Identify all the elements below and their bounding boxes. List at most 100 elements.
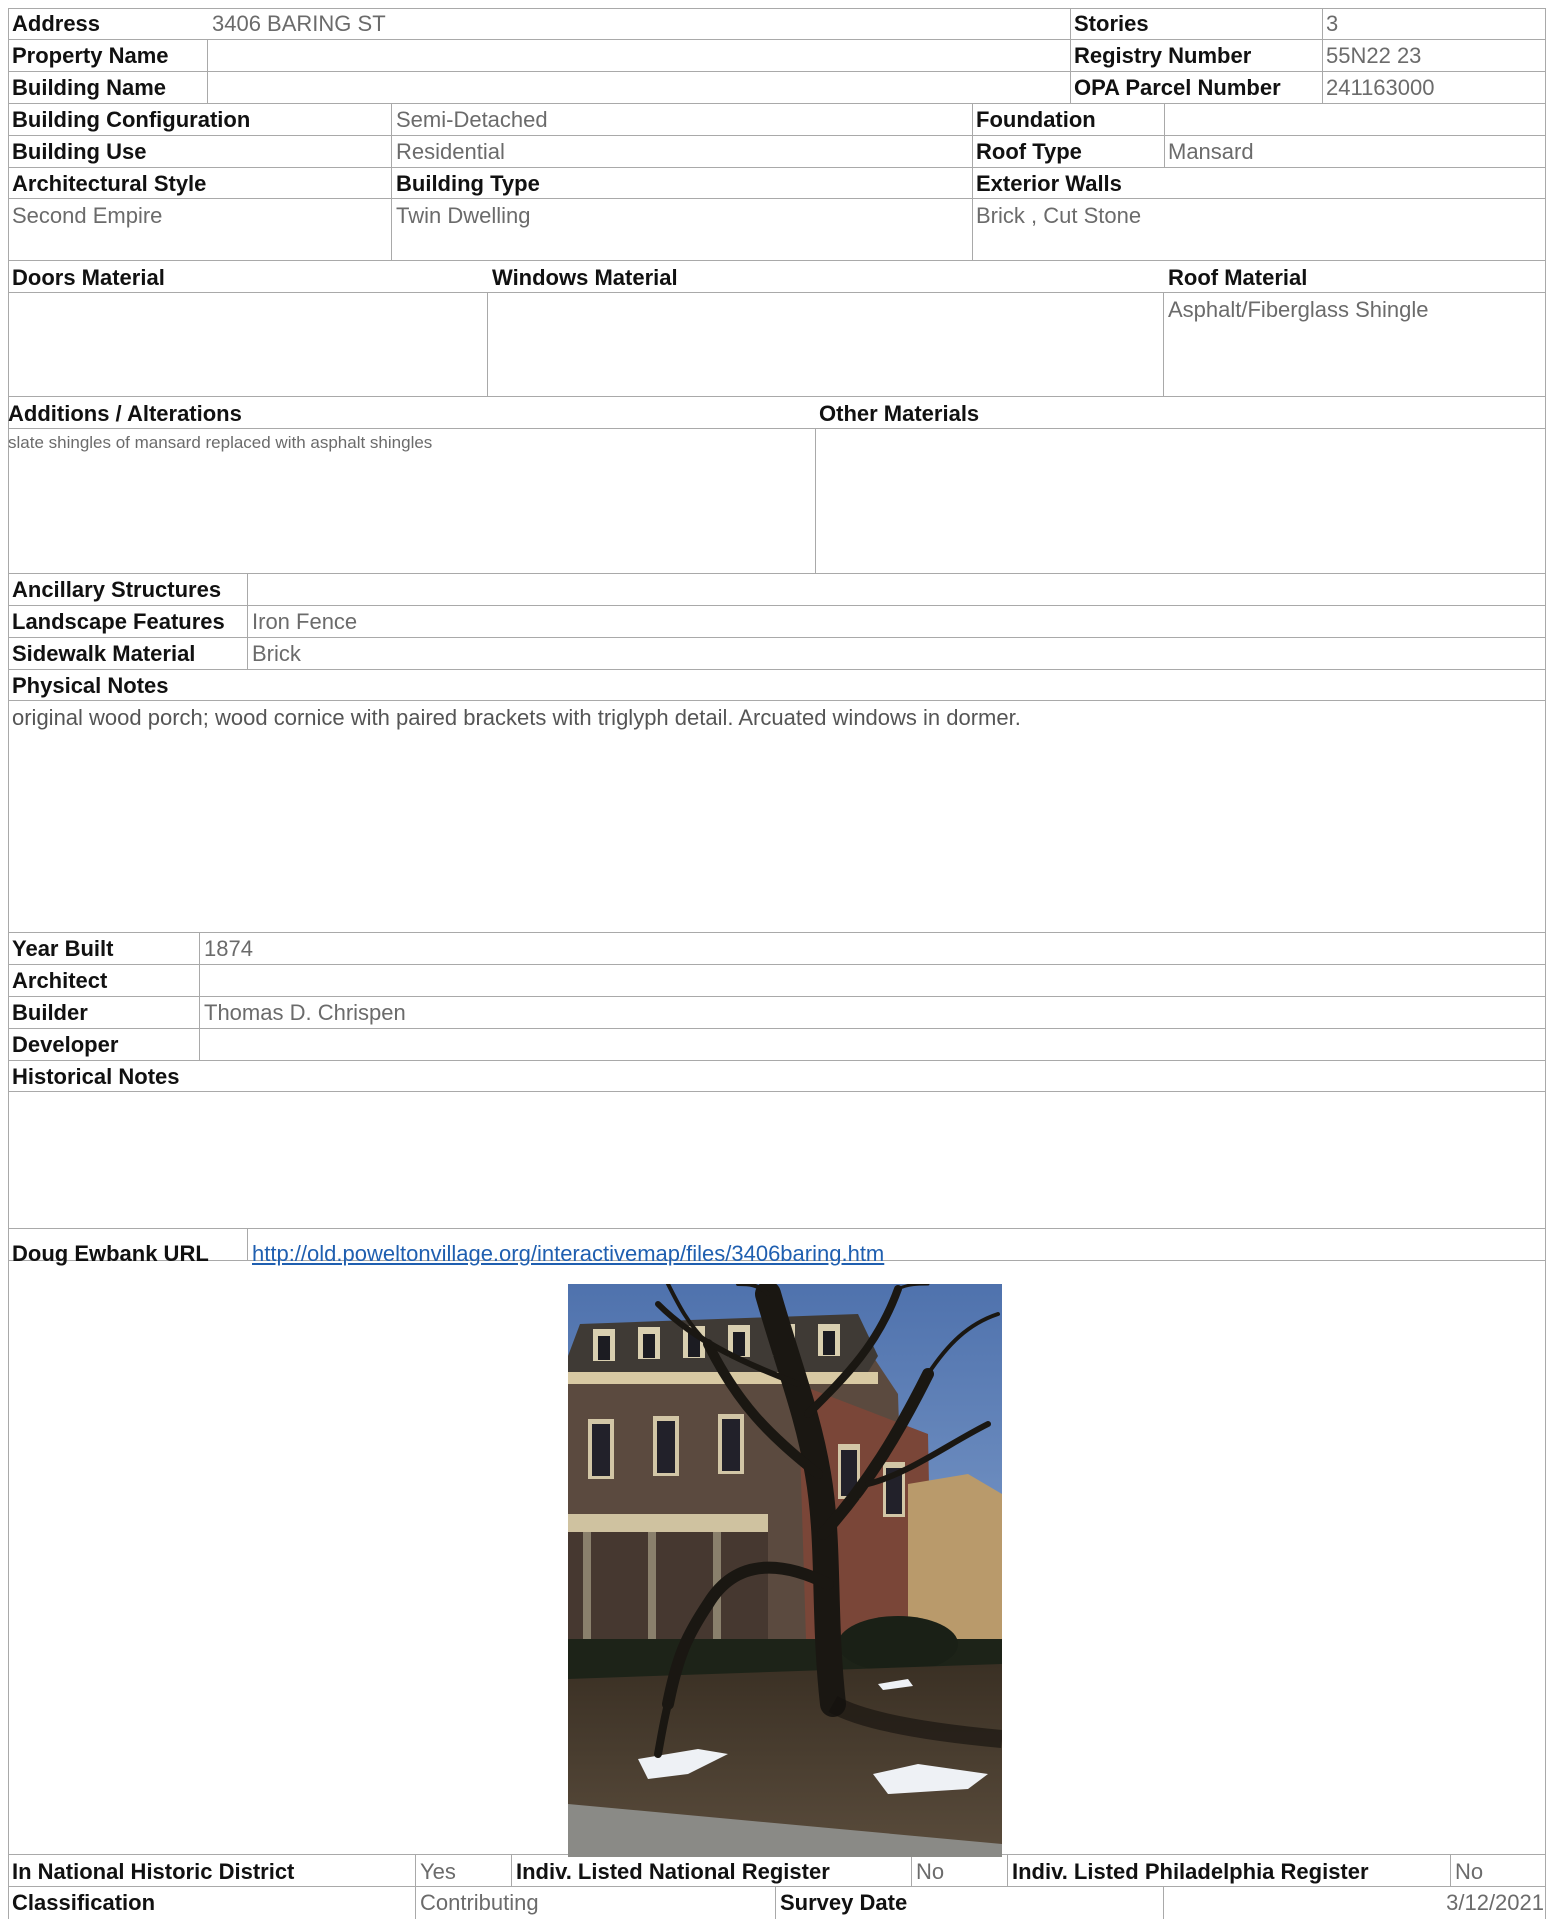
- rule: [8, 1091, 1546, 1092]
- rule: [487, 292, 488, 396]
- rule: [1163, 1886, 1164, 1919]
- additions-label: Additions / Alterations: [8, 401, 242, 426]
- property-photo: [568, 1284, 1002, 1857]
- roof-material-value: Asphalt/Fiberglass Shingle: [1168, 297, 1429, 322]
- rule: [8, 964, 1546, 965]
- physical-notes-value: original wood porch; wood cornice with p…: [12, 705, 1021, 730]
- national-district-label: In National Historic District: [12, 1859, 295, 1884]
- doug-ewbank-label: Doug Ewbank URL: [12, 1241, 209, 1266]
- sidewalk-material-label: Sidewalk Material: [12, 641, 196, 666]
- rule: [1545, 8, 1546, 1919]
- windows-material-label: Windows Material: [492, 265, 678, 290]
- rule: [1070, 8, 1071, 103]
- opa-parcel-label: OPA Parcel Number: [1074, 75, 1281, 100]
- architectural-style-value: Second Empire: [12, 203, 163, 228]
- rule: [415, 1854, 416, 1919]
- doug-ewbank-link[interactable]: http://old.poweltonvillage.org/interacti…: [252, 1241, 884, 1267]
- address-label: Address: [12, 11, 101, 36]
- roof-type-label: Roof Type: [976, 139, 1082, 164]
- rule: [815, 428, 816, 573]
- rule: [8, 1028, 1546, 1029]
- rule: [1007, 1854, 1008, 1886]
- building-type-value: Twin Dwelling: [396, 203, 531, 228]
- rule: [391, 103, 392, 260]
- additions-value: slate shingles of mansard replaced with …: [8, 433, 433, 452]
- building-use-value: Residential: [396, 139, 505, 164]
- rule: [199, 932, 200, 1060]
- national-register-value: No: [916, 1859, 945, 1884]
- survey-date-value: 3/12/2021: [1446, 1890, 1544, 1915]
- rule: [511, 1854, 512, 1886]
- architectural-style-label: Architectural Style: [12, 171, 207, 196]
- philadelphia-register-label: Indiv. Listed Philadelphia Register: [1012, 1859, 1369, 1884]
- landscape-features-value: Iron Fence: [252, 609, 358, 634]
- rule: [8, 260, 1546, 261]
- philadelphia-register-value: No: [1455, 1859, 1484, 1884]
- rule: [1450, 1854, 1451, 1886]
- roof-material-label: Roof Material: [1168, 265, 1308, 290]
- rule: [8, 167, 1546, 168]
- rule: [8, 198, 1546, 199]
- doors-material-label: Doors Material: [12, 265, 165, 290]
- rule: [8, 996, 1546, 997]
- builder-value: Thomas D. Chrispen: [204, 1000, 406, 1025]
- building-configuration-label: Building Configuration: [12, 107, 251, 132]
- rule: [911, 1854, 912, 1886]
- rule: [8, 1886, 1546, 1887]
- developer-label: Developer: [12, 1032, 119, 1057]
- rule: [775, 1886, 776, 1919]
- building-name-label: Building Name: [12, 75, 167, 100]
- rule: [8, 103, 1546, 104]
- rule: [8, 292, 1546, 293]
- rule: [1322, 8, 1323, 103]
- roof-type-value: Mansard: [1168, 139, 1254, 164]
- stories-value: 3: [1326, 11, 1339, 36]
- rule: [8, 8, 1546, 9]
- rule: [8, 1228, 1546, 1229]
- rule: [8, 39, 1546, 40]
- rule: [8, 700, 1546, 701]
- rule: [1163, 292, 1164, 396]
- rule: [972, 103, 973, 260]
- address-value: 3406 BARING ST: [212, 11, 386, 36]
- year-built-label: Year Built: [12, 936, 114, 961]
- registry-number-value: 55N22 23: [1326, 43, 1422, 68]
- builder-label: Builder: [12, 1000, 88, 1025]
- rule: [8, 71, 1546, 72]
- rule: [8, 669, 1546, 670]
- landscape-features-label: Landscape Features: [12, 609, 225, 634]
- classification-label: Classification: [12, 1890, 156, 1915]
- rule: [8, 605, 1546, 606]
- national-register-label: Indiv. Listed National Register: [516, 1859, 830, 1884]
- architect-label: Architect: [12, 968, 108, 993]
- year-built-value: 1874: [204, 936, 253, 961]
- exterior-walls-label: Exterior Walls: [976, 171, 1122, 196]
- building-configuration-value: Semi-Detached: [396, 107, 548, 132]
- foundation-label: Foundation: [976, 107, 1096, 132]
- rule: [8, 637, 1546, 638]
- rule: [1164, 103, 1165, 167]
- exterior-walls-value: Brick , Cut Stone: [976, 203, 1142, 228]
- rule: [8, 932, 1546, 933]
- building-use-label: Building Use: [12, 139, 147, 164]
- rule: [207, 39, 208, 103]
- national-district-value: Yes: [420, 1859, 456, 1884]
- classification-value: Contributing: [420, 1890, 539, 1915]
- ancillary-structures-label: Ancillary Structures: [12, 577, 222, 602]
- rule: [247, 1228, 248, 1260]
- survey-date-label: Survey Date: [780, 1890, 908, 1915]
- property-name-label: Property Name: [12, 43, 169, 68]
- stories-label: Stories: [1074, 11, 1149, 36]
- rule: [8, 573, 1546, 574]
- physical-notes-label: Physical Notes: [12, 673, 169, 698]
- other-materials-label: Other Materials: [819, 401, 980, 426]
- rule: [247, 573, 248, 669]
- rule: [8, 8, 9, 1919]
- registry-number-label: Registry Number: [1074, 43, 1252, 68]
- historical-notes-label: Historical Notes: [12, 1064, 180, 1089]
- property-survey-form: Address 3406 BARING ST Stories 3 Propert…: [8, 8, 1546, 1919]
- rule: [8, 135, 1546, 136]
- building-type-label: Building Type: [396, 171, 540, 196]
- opa-parcel-value: 241163000: [1326, 75, 1435, 100]
- sidewalk-material-value: Brick: [252, 641, 301, 666]
